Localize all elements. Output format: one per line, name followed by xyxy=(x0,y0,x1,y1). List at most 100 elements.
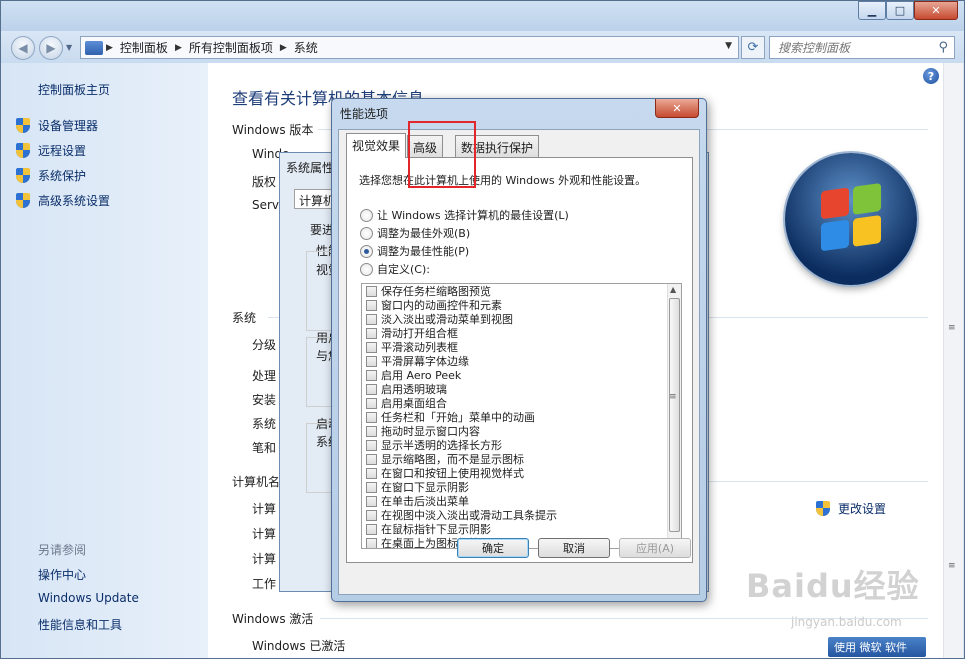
effect-option[interactable]: 平滑滚动列表框 xyxy=(362,340,681,354)
link-action-center[interactable]: 操作中心 xyxy=(38,566,86,583)
radio-best-appearance[interactable]: 调整为最佳外观(B) xyxy=(360,225,470,241)
link-windows-update[interactable]: Windows Update xyxy=(38,591,139,605)
breadcrumb-control-panel[interactable]: 控制面板 xyxy=(116,39,172,56)
close-icon[interactable]: ✕ xyxy=(914,1,958,20)
effect-option[interactable]: 淡入淡出或滑动菜单到视图 xyxy=(362,312,681,326)
checkbox-icon[interactable] xyxy=(366,495,377,507)
checkbox-icon[interactable] xyxy=(366,453,377,465)
chevron-right-icon[interactable]: ▶ xyxy=(103,43,116,53)
effect-option[interactable]: 窗口内的动画控件和元素 xyxy=(362,298,681,312)
checkbox-icon[interactable] xyxy=(366,425,377,437)
radio-label: 自定义(C): xyxy=(377,263,430,276)
panel-description: 选择您想在此计算机上使用的 Windows 外观和性能设置。 xyxy=(359,174,647,187)
dialog-title: 系统属性 xyxy=(286,161,335,175)
scroll-up-icon[interactable]: ▲ xyxy=(670,285,676,294)
effect-option[interactable]: 在视图中淡入淡出或滑动工具条提示 xyxy=(362,508,681,522)
address-bar[interactable]: ▶ 控制面板 ▶ 所有控制面板项 ▶ 系统 ▼ xyxy=(80,36,739,59)
history-dropdown-icon[interactable]: ▼ xyxy=(66,43,72,52)
radio-best-performance[interactable]: 调整为最佳性能(P) xyxy=(360,243,469,259)
change-settings-label: 更改设置 xyxy=(838,502,887,516)
effect-option[interactable]: 显示半透明的选择长方形 xyxy=(362,438,681,452)
link-performance-info[interactable]: 性能信息和工具 xyxy=(38,616,122,633)
sidebar-item-label: 系统保护 xyxy=(38,169,87,183)
effect-option[interactable]: 在单击后淡出菜单 xyxy=(362,494,681,508)
checkbox-icon[interactable] xyxy=(366,299,377,311)
radio-let-windows-choose[interactable]: 让 Windows 选择计算机的最佳设置(L) xyxy=(360,207,569,223)
effect-option[interactable]: 保存任务栏缩略图预览 xyxy=(362,284,681,298)
breadcrumb-all-items[interactable]: 所有控制面板项 xyxy=(185,39,277,56)
checkbox-icon[interactable] xyxy=(366,369,377,381)
checkbox-icon[interactable] xyxy=(366,537,377,548)
sidebar-item-device-manager[interactable]: 设备管理器 xyxy=(16,117,98,134)
activation-status: Windows 已激活 xyxy=(252,639,346,653)
genuine-microsoft-badge[interactable]: 使用 微软 软件 xyxy=(828,637,926,657)
sidebar-item-advanced-settings[interactable]: 高级系统设置 xyxy=(16,192,110,209)
checkbox-icon[interactable] xyxy=(366,523,377,535)
section-computer-heading: 计算机名 xyxy=(232,475,281,489)
radio-icon[interactable] xyxy=(360,208,373,222)
help-icon[interactable]: ? xyxy=(923,68,939,84)
radio-icon[interactable] xyxy=(360,226,373,240)
content-scrollbar[interactable]: ≡ ≡ xyxy=(943,63,963,658)
system-row: 处理 xyxy=(252,369,277,383)
checkbox-icon[interactable] xyxy=(366,481,377,493)
breadcrumb-system[interactable]: 系统 xyxy=(290,39,322,56)
control-panel-icon xyxy=(85,40,103,55)
effect-option[interactable]: 在鼠标指针下显示阴影 xyxy=(362,522,681,536)
effects-checklist: 保存任务栏缩略图预览 窗口内的动画控件和元素 淡入淡出或滑动菜单到视图 滑动打开组合框… xyxy=(361,283,682,549)
effect-option[interactable]: 启用透明玻璃 xyxy=(362,382,681,396)
cancel-button[interactable]: 取消 xyxy=(538,538,610,558)
refresh-icon[interactable]: ⟳ xyxy=(741,36,765,59)
tab-visual-effects[interactable]: 视觉效果 xyxy=(346,133,407,158)
search-icon[interactable]: ⚲ xyxy=(938,40,948,55)
section-edition-heading: Windows 版本 xyxy=(232,123,314,137)
checkbox-icon[interactable] xyxy=(366,397,377,409)
sidebar-item-system-protection[interactable]: 系统保护 xyxy=(16,167,86,184)
minimize-icon[interactable]: ▁ xyxy=(858,1,886,20)
checklist-scrollbar[interactable]: ▲ ≡ ▼ xyxy=(667,284,681,548)
windows-logo xyxy=(785,153,917,285)
search-input[interactable] xyxy=(770,40,930,55)
radio-icon[interactable] xyxy=(360,244,373,258)
close-icon[interactable]: ✕ xyxy=(655,99,699,118)
radio-label: 调整为最佳性能(P) xyxy=(377,245,470,258)
effect-option[interactable]: 平滑屏幕字体边缘 xyxy=(362,354,681,368)
maximize-icon[interactable]: □ xyxy=(886,1,914,20)
checkbox-icon[interactable] xyxy=(366,285,377,297)
computer-row: 计算 xyxy=(252,552,277,566)
effect-option[interactable]: 启用桌面组合 xyxy=(362,396,681,410)
chevron-right-icon[interactable]: ▶ xyxy=(172,43,185,53)
checkbox-icon[interactable] xyxy=(366,327,377,339)
checkbox-icon[interactable] xyxy=(366,313,377,325)
apply-button[interactable]: 应用(A) xyxy=(619,538,691,558)
checkbox-icon[interactable] xyxy=(366,439,377,451)
system-row: 系统 xyxy=(252,417,277,431)
checkbox-icon[interactable] xyxy=(366,509,377,521)
checkbox-icon[interactable] xyxy=(366,355,377,367)
change-settings-link[interactable]: 更改设置 xyxy=(816,500,886,517)
sidebar-home-link[interactable]: 控制面板主页 xyxy=(38,81,110,98)
sidebar-item-label: 设备管理器 xyxy=(38,119,99,133)
effect-option[interactable]: 任务栏和「开始」菜单中的动画 xyxy=(362,410,681,424)
address-dropdown-icon[interactable]: ▼ xyxy=(725,41,732,51)
radio-icon[interactable] xyxy=(360,262,373,276)
back-icon[interactable]: ◀ xyxy=(11,36,35,60)
checkbox-icon[interactable] xyxy=(366,341,377,353)
ok-button[interactable]: 确定 xyxy=(457,538,529,558)
checkbox-icon[interactable] xyxy=(366,411,377,423)
radio-custom[interactable]: 自定义(C): xyxy=(360,261,430,277)
scroll-thumb[interactable] xyxy=(669,298,680,532)
checkbox-icon[interactable] xyxy=(366,467,377,479)
windows-flag-icon xyxy=(821,182,883,254)
effect-option[interactable]: 启用 Aero Peek xyxy=(362,368,681,382)
search-box[interactable]: ⚲ xyxy=(769,36,955,59)
checkbox-icon[interactable] xyxy=(366,383,377,395)
forward-icon[interactable]: ▶ xyxy=(39,36,63,60)
chevron-right-icon[interactable]: ▶ xyxy=(277,43,290,53)
effect-option[interactable]: 在窗口和按钮上使用视觉样式 xyxy=(362,466,681,480)
effect-option[interactable]: 滑动打开组合框 xyxy=(362,326,681,340)
sidebar-item-remote-settings[interactable]: 远程设置 xyxy=(16,142,86,159)
effect-option[interactable]: 显示缩略图，而不是显示图标 xyxy=(362,452,681,466)
effect-option[interactable]: 在窗口下显示阴影 xyxy=(362,480,681,494)
effect-option[interactable]: 拖动时显示窗口内容 xyxy=(362,424,681,438)
